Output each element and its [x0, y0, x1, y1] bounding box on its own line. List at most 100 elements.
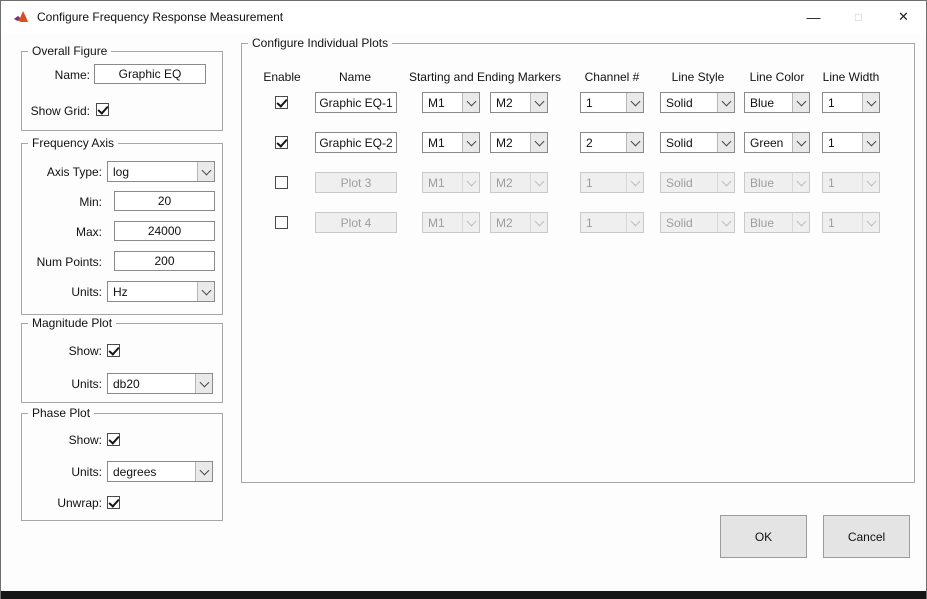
marker-start-value: M1: [423, 133, 462, 152]
phase-plot-legend: Phase Plot: [28, 406, 94, 420]
chevron-down-icon: [530, 133, 547, 152]
line-style-header: Line Style: [672, 70, 725, 84]
plot-name-input: [315, 212, 397, 233]
axis-type-label: Axis Type:: [26, 165, 102, 179]
enable-checkbox[interactable]: [275, 136, 288, 149]
chevron-down-icon: [530, 173, 547, 192]
maximize-button[interactable]: □: [836, 1, 881, 33]
magnitude-plot-legend: Magnitude Plot: [28, 316, 116, 330]
show-grid-label: Show Grid:: [26, 104, 90, 118]
num-points-input[interactable]: [114, 251, 215, 271]
chevron-down-icon: [626, 173, 643, 192]
line-style-dropdown[interactable]: Solid: [660, 92, 735, 113]
line-style-value: Solid: [661, 213, 717, 232]
plot-name-input[interactable]: [315, 132, 397, 153]
line-width-dropdown: 1: [822, 172, 880, 193]
enable-header: Enable: [263, 70, 300, 84]
chevron-down-icon: [792, 93, 809, 112]
channel-dropdown: 1: [580, 172, 644, 193]
line-width-dropdown: 1: [822, 212, 880, 233]
marker-start-dropdown[interactable]: M1: [422, 92, 480, 113]
magnitude-units-value: db20: [108, 374, 195, 393]
line-width-dropdown[interactable]: 1: [822, 132, 880, 153]
figure-name-input[interactable]: [94, 64, 206, 84]
frequency-axis-group: Frequency Axis Axis Type: log Min: Max: …: [21, 143, 223, 315]
phase-show-checkbox[interactable]: [107, 433, 120, 446]
channel-dropdown[interactable]: 2: [580, 132, 644, 153]
channel-header: Channel #: [585, 70, 640, 84]
enable-checkbox[interactable]: [275, 96, 288, 109]
show-grid-checkbox[interactable]: [96, 103, 109, 116]
close-button[interactable]: ✕: [881, 1, 926, 33]
cancel-button[interactable]: Cancel: [823, 515, 910, 558]
screen-edge-strip: [1, 591, 926, 599]
minimize-button[interactable]: —: [791, 1, 836, 33]
channel-value: 1: [581, 93, 626, 112]
chevron-down-icon: [197, 162, 214, 181]
line-color-value: Blue: [745, 93, 792, 112]
axis-type-dropdown[interactable]: log: [107, 161, 215, 182]
marker-start-dropdown[interactable]: M1: [422, 132, 480, 153]
plot-row-1: M1 M2 1 Solid Blue 1: [242, 92, 916, 114]
magnitude-show-checkbox[interactable]: [107, 344, 120, 357]
magnitude-units-label: Units:: [26, 377, 102, 391]
line-color-dropdown: Blue: [744, 172, 810, 193]
marker-start-dropdown: M1: [422, 212, 480, 233]
line-width-dropdown[interactable]: 1: [822, 92, 880, 113]
magnitude-plot-group: Magnitude Plot Show: Units: db20: [21, 323, 223, 403]
ok-button[interactable]: OK: [720, 515, 807, 558]
frequency-axis-legend: Frequency Axis: [28, 136, 118, 150]
freq-units-dropdown[interactable]: Hz: [107, 281, 215, 302]
plot-row-4: M1 M2 1 Solid Blue 1: [242, 212, 916, 234]
max-label: Max:: [26, 225, 102, 239]
channel-value: 2: [581, 133, 626, 152]
magnitude-units-dropdown[interactable]: db20: [107, 373, 213, 394]
channel-value: 1: [581, 173, 626, 192]
chevron-down-icon: [717, 93, 734, 112]
marker-end-dropdown[interactable]: M2: [490, 132, 548, 153]
line-width-value: 1: [823, 133, 862, 152]
line-color-dropdown[interactable]: Green: [744, 132, 810, 153]
line-width-value: 1: [823, 173, 862, 192]
chevron-down-icon: [462, 133, 479, 152]
plot-name-input: [315, 172, 397, 193]
min-input[interactable]: [114, 191, 215, 211]
line-style-dropdown[interactable]: Solid: [660, 132, 735, 153]
channel-value: 1: [581, 213, 626, 232]
matlab-icon: [13, 9, 29, 25]
plot-name-input[interactable]: [315, 92, 397, 113]
phase-plot-group: Phase Plot Show: Units: degrees Unwrap:: [21, 413, 223, 521]
marker-end-dropdown[interactable]: M2: [490, 92, 548, 113]
chevron-down-icon: [530, 213, 547, 232]
line-color-value: Blue: [745, 213, 792, 232]
marker-end-value: M2: [491, 93, 530, 112]
close-icon: ✕: [898, 9, 909, 25]
chevron-down-icon: [792, 173, 809, 192]
channel-dropdown[interactable]: 1: [580, 92, 644, 113]
line-width-value: 1: [823, 93, 862, 112]
phase-units-value: degrees: [108, 462, 195, 481]
phase-units-dropdown[interactable]: degrees: [107, 461, 213, 482]
enable-checkbox[interactable]: [275, 216, 288, 229]
marker-start-value: M1: [423, 93, 462, 112]
chevron-down-icon: [717, 213, 734, 232]
marker-end-value: M2: [491, 173, 530, 192]
line-color-dropdown: Blue: [744, 212, 810, 233]
plot-row-2: M1 M2 2 Solid Green 1: [242, 132, 916, 154]
overall-figure-legend: Overall Figure: [28, 44, 111, 58]
minimize-icon: —: [807, 9, 821, 25]
name-label: Name:: [26, 68, 90, 82]
unwrap-checkbox[interactable]: [107, 496, 120, 509]
line-color-dropdown[interactable]: Blue: [744, 92, 810, 113]
plot-row-3: M1 M2 1 Solid Blue 1: [242, 172, 916, 194]
chevron-down-icon: [195, 374, 212, 393]
chevron-down-icon: [626, 133, 643, 152]
line-color-value: Blue: [745, 173, 792, 192]
enable-checkbox[interactable]: [275, 176, 288, 189]
marker-end-value: M2: [491, 133, 530, 152]
chevron-down-icon: [462, 173, 479, 192]
chevron-down-icon: [626, 93, 643, 112]
line-color-header: Line Color: [750, 70, 805, 84]
chevron-down-icon: [717, 133, 734, 152]
max-input[interactable]: [114, 221, 215, 241]
